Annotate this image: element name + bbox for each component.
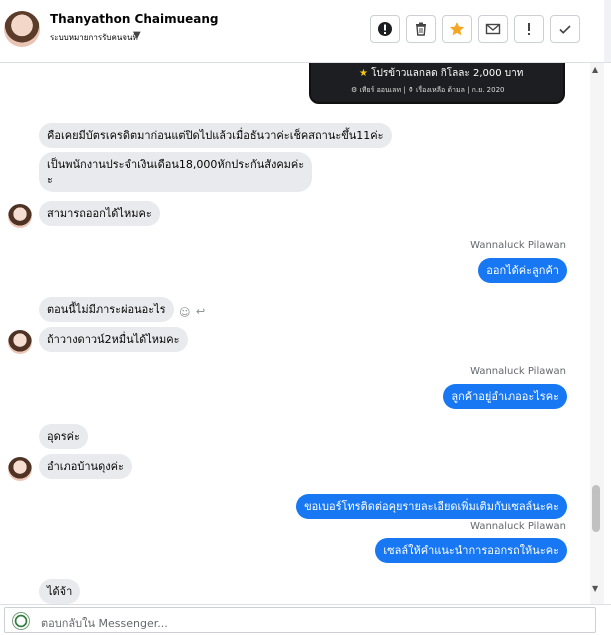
- promo-card[interactable]: ★ โปรข้าวแลกลด กิโลละ 2,000 บาท ⚙ เทียร์…: [309, 63, 565, 104]
- contact-avatar[interactable]: [8, 457, 32, 481]
- star-icon: [449, 22, 465, 36]
- promo-title: ★ โปรข้าวแลกลด กิโลละ 2,000 บาท: [359, 66, 523, 81]
- sender-name: Wannaluck Pilawan: [470, 366, 566, 377]
- incoming-message[interactable]: อุดรค่ะ: [39, 424, 88, 449]
- incoming-message[interactable]: เป็นพนักงานประจำเงินเดือน18,000หักประกัน…: [39, 152, 313, 192]
- exclamation-icon: [528, 23, 530, 35]
- sender-name: Wannaluck Pilawan: [470, 521, 566, 532]
- outgoing-message[interactable]: ลูกค้าอยู่อำเภออะไรคะ: [443, 384, 567, 409]
- reply-composer: ตอบกลับใน Messenger...: [0, 604, 611, 635]
- contact-avatar[interactable]: [8, 204, 32, 228]
- page-logo-icon: [12, 612, 30, 630]
- star-icon: ★: [359, 68, 372, 79]
- done-button[interactable]: [550, 15, 580, 43]
- scroll-up-arrow-icon[interactable]: ▲: [592, 65, 598, 74]
- incoming-message[interactable]: อำเภอบ้านดุงค่ะ: [39, 454, 132, 479]
- promo-title-text: โปรข้าวแลกลด กิโลละ 2,000 บาท: [371, 68, 524, 79]
- delete-button[interactable]: [406, 15, 436, 43]
- panel-edge: [604, 0, 611, 62]
- scroll-down-arrow-icon[interactable]: ▼: [592, 584, 598, 593]
- contact-avatar[interactable]: [8, 330, 32, 354]
- incoming-message[interactable]: สามารถออกได้ไหมคะ: [39, 201, 160, 226]
- message-line: ะ: [47, 173, 53, 186]
- chevron-down-icon[interactable]: ▼: [133, 30, 141, 41]
- outgoing-message[interactable]: ออกได้ค่ะลูกค้า: [478, 258, 567, 283]
- scrollbar-thumb[interactable]: [592, 485, 600, 532]
- reply-placeholder: ตอบกลับใน Messenger...: [41, 617, 168, 630]
- contact-avatar[interactable]: [4, 11, 40, 47]
- outgoing-message[interactable]: เซลล์ให้คำแนะนำการออกรถให้นะคะ: [375, 538, 567, 563]
- reply-icon[interactable]: ↩: [196, 305, 205, 318]
- contact-name[interactable]: Thanyathon Chaimueang: [50, 12, 219, 26]
- sender-name: Wannaluck Pilawan: [470, 240, 566, 251]
- outgoing-message[interactable]: ขอเบอร์โทรติดต่อคุยรายละเอียดเพิ่มเติมกั…: [296, 494, 567, 519]
- incoming-message[interactable]: คือเคยมีบัตรเครดิตมาก่อนแต่ปิดไปแล้วเมื่…: [39, 123, 392, 148]
- conversation-header: Thanyathon Chaimueang ระบบหมายการรับคนจน…: [0, 0, 611, 63]
- report-button[interactable]: [370, 15, 400, 43]
- trash-icon: [416, 22, 426, 36]
- incoming-message[interactable]: ถ้าวางดาวน์2หมื่นได้ไหมคะ: [39, 327, 188, 352]
- message-thread[interactable]: ★ โปรข้าวแลกลด กิโลละ 2,000 บาท ⚙ เทียร์…: [0, 63, 590, 604]
- mail-icon: [485, 23, 501, 35]
- report-icon: [378, 22, 392, 36]
- reply-input[interactable]: ตอบกลับใน Messenger...: [4, 607, 596, 633]
- contact-status[interactable]: ระบบหมายการรับคนจนที่: [50, 31, 138, 44]
- message-line: เป็นพนักงานประจำเงินเดือน18,000หักประกัน…: [47, 158, 305, 171]
- incoming-message[interactable]: ได้จ้า: [39, 579, 81, 604]
- spam-button[interactable]: [514, 15, 544, 43]
- mark-unread-button[interactable]: [478, 15, 508, 43]
- emoji-react-icon[interactable]: ☺: [179, 306, 190, 319]
- check-icon: [559, 25, 571, 34]
- incoming-message[interactable]: ตอนนี้ไม่มีภาระผ่อนอะไร: [39, 297, 174, 322]
- promo-meta: ⚙ เทียร์ ออนเลท | ⚱ เรื่องเหลือ ด้ามล | …: [351, 86, 505, 94]
- star-button[interactable]: [442, 15, 472, 43]
